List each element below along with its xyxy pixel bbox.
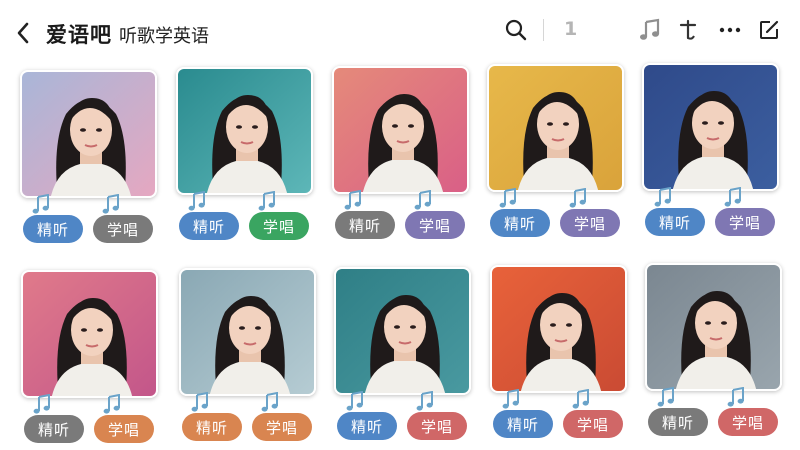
sing-button[interactable]: 学唱	[252, 413, 312, 441]
singer-photo[interactable]	[176, 67, 313, 195]
song-card[interactable]: 精听 学唱	[20, 70, 160, 260]
music-note-icon	[103, 394, 121, 416]
sing-button[interactable]: 学唱	[93, 215, 153, 243]
music-note-icon	[102, 194, 120, 216]
singer-photo[interactable]	[490, 265, 627, 393]
sing-button[interactable]: 学唱	[715, 208, 775, 236]
song-card[interactable]: 精听 学唱	[642, 63, 782, 253]
song-card[interactable]: 精听 学唱	[21, 270, 161, 450]
music-note-icon	[261, 392, 279, 414]
singer-photo[interactable]	[332, 66, 469, 194]
singer-photo[interactable]	[645, 263, 782, 391]
song-card[interactable]: 精听 学唱	[179, 268, 319, 450]
music-note-icon	[346, 391, 364, 413]
listen-button[interactable]: 精听	[493, 410, 553, 438]
listen-button[interactable]: 精听	[24, 415, 84, 443]
singer-photo[interactable]	[179, 268, 316, 396]
singer-photo[interactable]	[334, 267, 471, 395]
music-note-icon	[32, 194, 50, 216]
music-note-icon	[258, 191, 276, 213]
song-card[interactable]: 精听 学唱	[645, 263, 785, 450]
song-card[interactable]: 精听 学唱	[487, 64, 627, 254]
music-note-icon	[414, 190, 432, 212]
music-note-icon	[569, 188, 587, 210]
listen-button[interactable]: 精听	[490, 209, 550, 237]
music-note-icon	[657, 387, 675, 409]
sing-button[interactable]: 学唱	[94, 415, 154, 443]
song-card[interactable]: 精听 学唱	[490, 265, 630, 450]
sing-button[interactable]: 学唱	[560, 209, 620, 237]
listen-button[interactable]: 精听	[23, 215, 83, 243]
singer-photo[interactable]	[20, 70, 157, 198]
music-note-icon	[188, 191, 206, 213]
music-note-icon	[502, 389, 520, 411]
listen-button[interactable]: 精听	[648, 408, 708, 436]
music-note-icon	[572, 389, 590, 411]
music-note-icon	[724, 187, 742, 209]
sing-button[interactable]: 学唱	[249, 212, 309, 240]
listen-button[interactable]: 精听	[645, 208, 705, 236]
music-note-icon	[191, 392, 209, 414]
listen-button[interactable]: 精听	[182, 413, 242, 441]
song-card[interactable]: 精听 学唱	[176, 67, 316, 257]
sing-button[interactable]: 学唱	[407, 412, 467, 440]
music-note-icon	[33, 394, 51, 416]
music-note-icon	[499, 188, 517, 210]
sing-button[interactable]: 学唱	[405, 211, 465, 239]
listen-button[interactable]: 精听	[337, 412, 397, 440]
sing-button[interactable]: 学唱	[563, 410, 623, 438]
singer-photo[interactable]	[642, 63, 779, 191]
song-grid: 精听 学唱 精听 学唱 精听 学唱 精听 学唱 精听 学唱 精听 学唱 精听 学唱 精听 学唱 精听 学唱 精听 学唱	[0, 0, 800, 450]
music-note-icon	[654, 187, 672, 209]
listen-button[interactable]: 精听	[335, 211, 395, 239]
music-note-icon	[416, 391, 434, 413]
song-card[interactable]: 精听 学唱	[334, 267, 474, 450]
music-note-icon	[344, 190, 362, 212]
listen-button[interactable]: 精听	[179, 212, 239, 240]
song-card[interactable]: 精听 学唱	[332, 66, 472, 256]
sing-button[interactable]: 学唱	[718, 408, 778, 436]
singer-photo[interactable]	[487, 64, 624, 192]
music-note-icon	[727, 387, 745, 409]
singer-photo[interactable]	[21, 270, 158, 398]
